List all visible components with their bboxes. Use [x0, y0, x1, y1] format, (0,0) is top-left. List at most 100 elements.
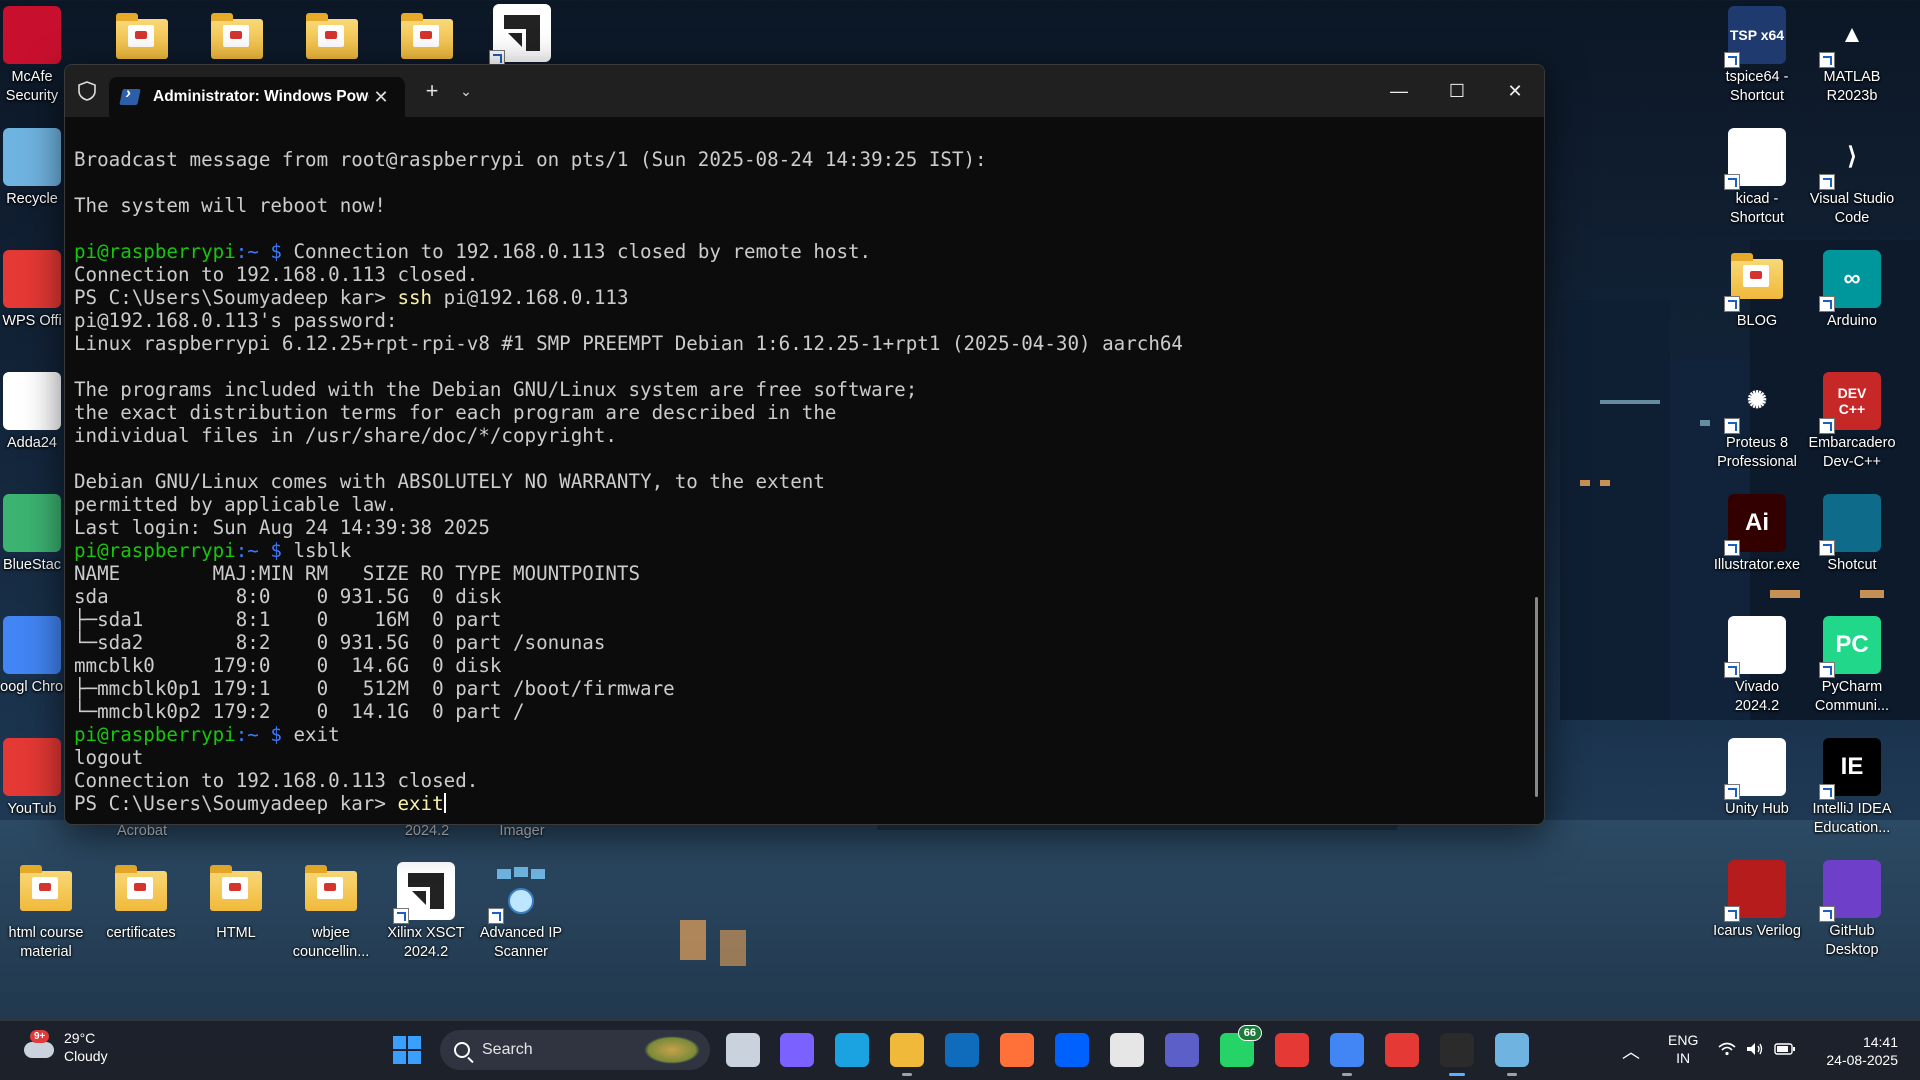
search-box[interactable]: Search	[440, 1030, 710, 1070]
advanced-ip-scanner-icon[interactable]: Advanced IP Scanner	[475, 862, 567, 962]
top-folder-3[interactable]	[286, 10, 378, 68]
vscode-shortcut[interactable]: ⟩ Visual Studio Code	[1806, 128, 1898, 228]
running-indicator	[902, 1073, 912, 1076]
top-folder-2[interactable]	[191, 10, 283, 68]
console-line: PS C:\Users\Soumyadeep kar> exit	[74, 792, 1530, 815]
blog-folder	[1724, 250, 1786, 312]
intellij-idea-shortcut[interactable]: IE IntelliJ IDEA Education...	[1806, 738, 1898, 838]
system-tray[interactable]	[1718, 1021, 1796, 1080]
console-text: :~ $	[235, 723, 282, 746]
html-course-material-folder[interactable]: html course material	[0, 862, 92, 962]
start-button-icon[interactable]	[390, 1033, 424, 1067]
xilinx-xsct-icon[interactable]: Xilinx XSCT 2024.2	[380, 862, 472, 962]
github-desktop-shortcut[interactable]: GitHub Desktop	[1806, 860, 1898, 960]
firefox-icon[interactable]	[1000, 1033, 1034, 1067]
tab-powershell[interactable]: Administrator: Windows Powe ✕	[109, 77, 405, 117]
console-text: The system will reboot now!	[74, 194, 386, 217]
taskbar: 9+ 29°C Cloudy 66 Search ︿ ENG IN 14:41 …	[0, 1020, 1920, 1080]
console-text: logout	[74, 746, 144, 769]
tspice64-shortcut[interactable]: TSP x64 tspice64 - Shortcut	[1711, 6, 1803, 106]
intellij-idea-icon: IE	[1819, 738, 1881, 800]
weather-widget[interactable]: 9+ 29°C Cloudy	[20, 1029, 108, 1065]
console-text: Connection to 192.168.0.113 closed by re…	[281, 240, 872, 263]
shotcut-shortcut[interactable]: Shotcut	[1806, 494, 1898, 575]
new-tab-button[interactable]: +	[413, 78, 451, 104]
copilot-icon[interactable]	[780, 1033, 814, 1067]
language-code: ENG	[1668, 1032, 1699, 1048]
top-folder-1[interactable]	[96, 10, 188, 68]
console-output[interactable]: Broadcast message from root@raspberrypi …	[74, 125, 1530, 815]
tab-title: Administrator: Windows Powe	[153, 88, 369, 105]
icarus-verilog-shortcut[interactable]: Icarus Verilog	[1711, 860, 1803, 941]
outlook-icon[interactable]	[945, 1033, 979, 1067]
clock[interactable]: 14:41 24-08-2025	[1826, 1033, 1898, 1069]
desktop-icon-label: Illustrator.exe	[1713, 557, 1801, 573]
desktop-icon-label: HTML	[216, 925, 256, 941]
arduino-shortcut[interactable]: ∞ Arduino	[1806, 250, 1898, 331]
maximize-button[interactable]: ☐	[1428, 65, 1486, 117]
console-line: Broadcast message from root@raspberrypi …	[74, 148, 1530, 171]
scrollbar[interactable]	[1535, 597, 1538, 797]
edge-icon[interactable]	[835, 1033, 869, 1067]
weather-condition: Cloudy	[64, 1048, 108, 1064]
console-text: Last login: Sun Aug 24 14:39:38 2025	[74, 516, 490, 539]
console-line: Debian GNU/Linux comes with ABSOLUTELY N…	[74, 470, 1530, 493]
language-indicator[interactable]: ENG IN	[1668, 1031, 1698, 1067]
terminal-taskbar-icon[interactable]	[1440, 1033, 1474, 1076]
vivado-shortcut[interactable]: Vivado 2024.2	[1711, 616, 1803, 716]
chevron-down-icon[interactable]: ⌄	[451, 83, 481, 100]
matlab-shortcut[interactable]: ▲ MATLAB R2023b	[1806, 6, 1898, 106]
file-explorer-icon[interactable]	[890, 1033, 924, 1076]
icarus-verilog-icon	[1724, 860, 1786, 922]
wbjee-councelling-folder[interactable]: wbjee councellin...	[285, 862, 377, 962]
minimize-button[interactable]: —	[1370, 65, 1428, 117]
console-line: The programs included with the Debian GN…	[74, 378, 1530, 401]
proteus-icon: ✺	[1724, 372, 1786, 434]
task-view-icon[interactable]	[726, 1033, 760, 1067]
html-folder[interactable]: HTML	[190, 862, 282, 943]
wps-taskbar-icon[interactable]	[1275, 1033, 1309, 1067]
icon-glyph: IE	[1840, 753, 1864, 780]
console-text: permitted by applicable law.	[74, 493, 398, 516]
console-line: logout	[74, 746, 1530, 769]
tab-close-icon[interactable]: ✕	[369, 87, 393, 108]
certificates-folder[interactable]: certificates	[95, 862, 187, 943]
kicad-icon	[1724, 128, 1786, 190]
weather-temp: 29°C	[64, 1030, 96, 1046]
embarcadero-devcpp-shortcut[interactable]: DEV C++ Embarcadero Dev-C++	[1806, 372, 1898, 472]
blog-folder-shortcut[interactable]: BLOG	[1711, 250, 1803, 331]
youtube-taskbar-icon[interactable]	[1385, 1033, 1419, 1067]
illustrator-shortcut[interactable]: Ai Illustrator.exe	[1711, 494, 1803, 575]
console-line: NAME MAJ:MIN RM SIZE RO TYPE MOUNTPOINTS	[74, 562, 1530, 585]
microsoft365-icon[interactable]	[1165, 1033, 1199, 1067]
whatsapp-icon[interactable]: 66	[1220, 1025, 1262, 1067]
clock-time: 14:41	[1862, 1034, 1898, 1050]
dropbox-icon[interactable]	[1055, 1033, 1089, 1067]
pycharm-shortcut[interactable]: PC PyCharm Communi...	[1806, 616, 1898, 716]
title-bar[interactable]: Administrator: Windows Powe ✕ + ⌄ — ☐ ✕	[65, 65, 1544, 117]
console-line: individual files in /usr/share/doc/*/cop…	[74, 424, 1530, 447]
proteus-shortcut[interactable]: ✺ Proteus 8 Professional	[1711, 372, 1803, 472]
console-text: Linux raspberrypi 6.12.25+rpt-rpi-v8 #1 …	[74, 332, 1183, 355]
unity-hub-shortcut[interactable]: Unity Hub	[1711, 738, 1803, 819]
top-vivado-shortcut[interactable]	[476, 4, 568, 66]
desktop-icon-label: tspice64 - Shortcut	[1725, 69, 1789, 104]
terminal-window[interactable]: Administrator: Windows Powe ✕ + ⌄ — ☐ ✕ …	[64, 64, 1545, 825]
amazon-icon[interactable]	[1110, 1033, 1144, 1067]
wifi-icon	[1718, 1042, 1736, 1061]
console-text: PS C:\Users\Soumyadeep kar>	[74, 792, 398, 815]
console-text: :~ $	[235, 539, 282, 562]
top-folder-4[interactable]	[381, 10, 473, 68]
kicad-shortcut[interactable]: kicad - Shortcut	[1711, 128, 1803, 228]
network-scanner-taskbar-icon[interactable]	[1495, 1033, 1529, 1076]
cloud-icon: 9+	[20, 1030, 54, 1062]
close-window-button[interactable]: ✕	[1486, 65, 1544, 117]
console-line: pi@raspberrypi:~ $ Connection to 192.168…	[74, 240, 1530, 263]
chevron-up-icon[interactable]: ︿	[1622, 1021, 1640, 1080]
search-highlight-icon	[644, 1036, 700, 1064]
console-line: Last login: Sun Aug 24 14:39:38 2025	[74, 516, 1530, 539]
chrome-taskbar-icon[interactable]	[1330, 1033, 1364, 1076]
